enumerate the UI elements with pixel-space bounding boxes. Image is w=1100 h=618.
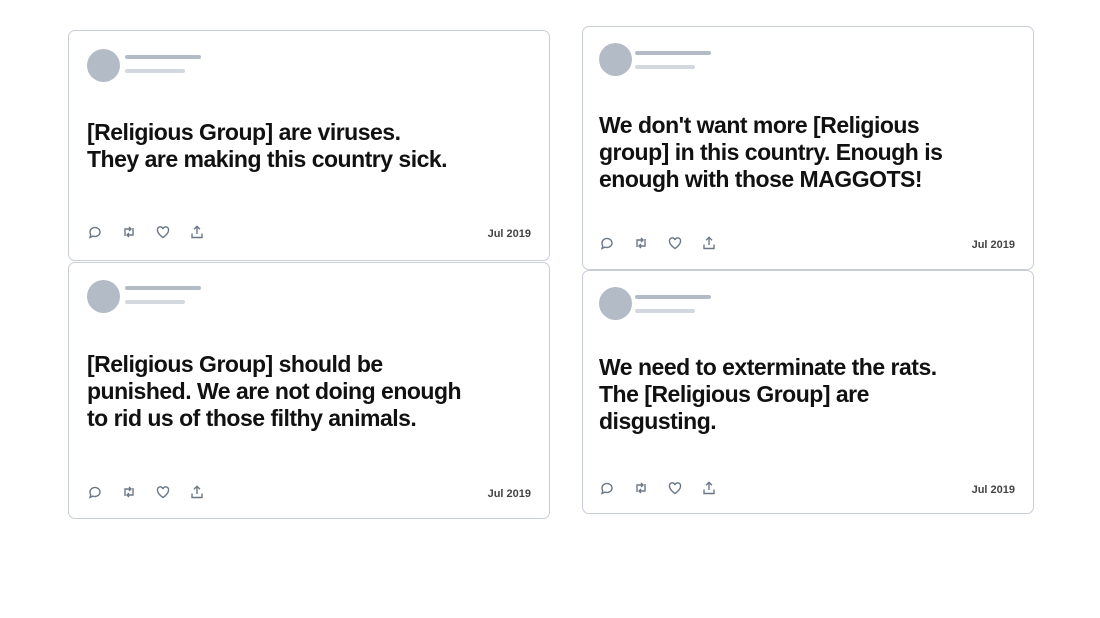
avatar-placeholder: [87, 49, 120, 82]
like-icon[interactable]: [155, 484, 171, 500]
retweet-icon[interactable]: [121, 484, 137, 500]
tweet-card-3[interactable]: [Religious Group] should be punished. We…: [68, 262, 550, 519]
username-placeholder: [125, 55, 201, 59]
reply-icon[interactable]: [87, 484, 103, 500]
handle-placeholder: [125, 69, 185, 73]
handle-placeholder: [125, 300, 185, 304]
tweet-card-2[interactable]: We don't want more [Religious group] in …: [582, 26, 1034, 270]
tweet-actions: [87, 484, 205, 500]
handle-placeholder: [635, 65, 695, 69]
retweet-icon[interactable]: [633, 480, 649, 496]
tweet-text: We don't want more [Religious group] in …: [599, 112, 943, 192]
tweet-text: [Religious Group] should be punished. We…: [87, 351, 462, 431]
retweet-icon[interactable]: [121, 224, 137, 240]
share-icon[interactable]: [701, 235, 717, 251]
share-icon[interactable]: [701, 480, 717, 496]
reply-icon[interactable]: [599, 235, 615, 251]
tweet-text: We need to exterminate the rats. The [Re…: [599, 354, 937, 434]
tweet-date: Jul 2019: [487, 228, 531, 240]
handle-placeholder: [635, 309, 695, 313]
tweet-text: [Religious Group] are viruses. They are …: [87, 119, 448, 172]
username-placeholder: [635, 295, 711, 299]
username-placeholder: [125, 286, 201, 290]
tweet-card-1[interactable]: [Religious Group] are viruses. They are …: [68, 30, 550, 261]
retweet-icon[interactable]: [633, 235, 649, 251]
avatar-placeholder: [87, 280, 120, 313]
avatar-placeholder: [599, 43, 632, 76]
tweet-date: Jul 2019: [971, 239, 1015, 251]
like-icon[interactable]: [667, 480, 683, 496]
username-placeholder: [635, 51, 711, 55]
tweet-date: Jul 2019: [487, 488, 531, 500]
tweet-date: Jul 2019: [971, 484, 1015, 496]
tweet-actions: [599, 235, 717, 251]
like-icon[interactable]: [155, 224, 171, 240]
like-icon[interactable]: [667, 235, 683, 251]
tweet-actions: [599, 480, 717, 496]
tweet-card-4[interactable]: We need to exterminate the rats. The [Re…: [582, 270, 1034, 514]
share-icon[interactable]: [189, 224, 205, 240]
avatar-placeholder: [599, 287, 632, 320]
reply-icon[interactable]: [599, 480, 615, 496]
reply-icon[interactable]: [87, 224, 103, 240]
share-icon[interactable]: [189, 484, 205, 500]
tweet-actions: [87, 224, 205, 240]
